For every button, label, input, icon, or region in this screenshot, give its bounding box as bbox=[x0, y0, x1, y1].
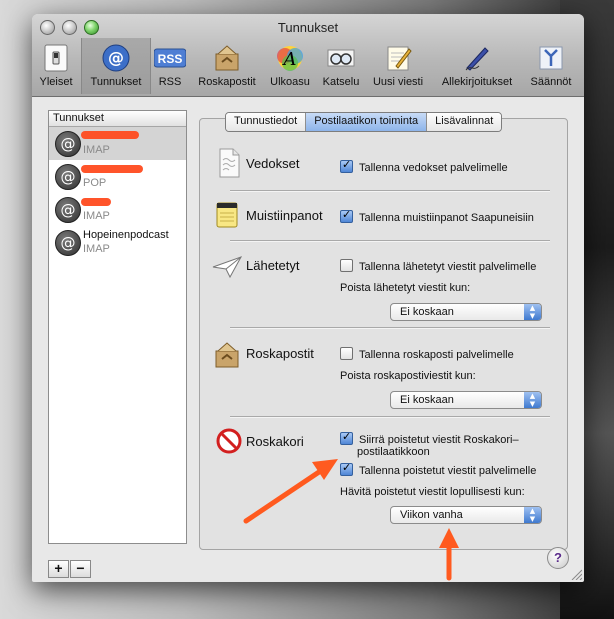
move-to-trash-label-line2: postilaatikkoon bbox=[357, 446, 430, 458]
store-sent-checkbox[interactable]: Tallenna lähetetyt viestit palvelimelle bbox=[340, 259, 536, 273]
signature-pen-icon bbox=[461, 42, 493, 74]
paper-plane-icon bbox=[212, 252, 242, 282]
notes-icon bbox=[212, 200, 242, 230]
junk-erase-label: Poista roskapostiviestit kun: bbox=[340, 370, 476, 382]
junk-box-icon bbox=[212, 340, 242, 370]
at-account-icon: @ bbox=[55, 164, 81, 190]
at-account-icon: @ bbox=[55, 131, 81, 157]
junk-label: Roskapostit bbox=[246, 346, 314, 361]
no-entry-icon bbox=[214, 426, 244, 456]
title-bar: Tunnukset Yleiset @ Tunnukset RSS RSS Ro… bbox=[32, 14, 584, 97]
move-to-trash-checkbox[interactable]: Siirrä poistetut viestit Roskakori– bbox=[340, 430, 519, 446]
trash-erase-popup[interactable]: Viikon vanha ▲ ▼ bbox=[390, 506, 542, 524]
toolbar-allekirjoitukset[interactable]: Allekirjoitukset bbox=[433, 38, 521, 94]
add-account-button[interactable]: + bbox=[48, 560, 69, 578]
svg-text:A: A bbox=[282, 49, 297, 70]
sent-erase-label: Poista lähetetyt viestit kun: bbox=[340, 282, 471, 294]
popup-arrows-icon: ▲ ▼ bbox=[524, 392, 541, 408]
rss-icon: RSS bbox=[154, 42, 186, 74]
trash-erase-label: Hävitä poistetut viestit lopullisesti ku… bbox=[340, 486, 525, 498]
checkbox-box bbox=[340, 461, 353, 476]
junk-mail-icon bbox=[211, 42, 243, 74]
tab-postilaatikon-toiminta[interactable]: Postilaatikon toiminta bbox=[306, 113, 428, 131]
help-button[interactable]: ? bbox=[547, 547, 569, 569]
at-account-icon: @ bbox=[55, 197, 81, 223]
checkbox-box bbox=[340, 430, 353, 445]
light-switch-icon bbox=[40, 42, 72, 74]
redaction-mark bbox=[81, 165, 143, 173]
svg-text:RSS: RSS bbox=[158, 52, 183, 66]
toolbar-uusi-viesti[interactable]: Uusi viesti bbox=[368, 38, 428, 94]
compose-icon bbox=[382, 42, 414, 74]
section-divider bbox=[230, 327, 550, 329]
redaction-mark bbox=[81, 198, 111, 206]
toolbar-tunnukset[interactable]: @ Tunnukset bbox=[81, 38, 151, 94]
toolbar-katselu[interactable]: Katselu bbox=[318, 38, 364, 94]
rules-icon bbox=[535, 42, 567, 74]
trash-label: Roskakori bbox=[246, 434, 304, 449]
checkbox-box bbox=[340, 158, 353, 173]
font-icon: A bbox=[274, 42, 306, 74]
store-junk-checkbox[interactable]: Tallenna roskaposti palvelimelle bbox=[340, 347, 514, 361]
checkbox-box bbox=[340, 347, 353, 360]
toolbar-saannot[interactable]: Säännöt bbox=[526, 38, 576, 94]
resize-grip-icon[interactable] bbox=[570, 568, 582, 580]
account-item[interactable]: @ POP bbox=[49, 160, 186, 193]
store-notes-checkbox[interactable]: Tallenna muistiinpanot Saapuneisiin bbox=[340, 208, 534, 224]
checkbox-box bbox=[340, 259, 353, 272]
account-item[interactable]: @ IMAP bbox=[49, 127, 186, 160]
checkbox-box bbox=[340, 208, 353, 223]
toolbar-roskapostit[interactable]: Roskapostit bbox=[193, 38, 261, 94]
accounts-list: Tunnukset @ IMAP @ POP @ IMAP @ Hopeinen… bbox=[48, 110, 187, 544]
toolbar: Yleiset @ Tunnukset RSS RSS Roskapostit bbox=[32, 38, 584, 94]
store-drafts-checkbox[interactable]: Tallenna vedokset palvelimelle bbox=[340, 158, 508, 174]
tab-bar: Tunnustiedot Postilaatikon toiminta Lisä… bbox=[225, 112, 503, 132]
at-sign-icon: @ bbox=[100, 42, 132, 74]
at-account-icon: @ bbox=[55, 230, 81, 256]
window-title: Tunnukset bbox=[277, 20, 339, 35]
store-trash-checkbox[interactable]: Tallenna poistetut viestit palvelimelle bbox=[340, 461, 536, 477]
junk-erase-popup[interactable]: Ei koskaan ▲ ▼ bbox=[390, 391, 542, 409]
svg-text:@: @ bbox=[108, 48, 124, 67]
preferences-window: Tunnukset Yleiset @ Tunnukset RSS RSS Ro… bbox=[32, 14, 584, 582]
tab-lisavalinnat[interactable]: Lisävalinnat bbox=[427, 113, 502, 131]
section-divider bbox=[230, 240, 550, 242]
account-item[interactable]: @ Hopeinenpodcast IMAP bbox=[49, 226, 186, 259]
toolbar-ulkoasu[interactable]: A Ulkoasu bbox=[266, 38, 314, 94]
accounts-list-header: Tunnukset bbox=[49, 111, 186, 127]
tab-tunnustiedot[interactable]: Tunnustiedot bbox=[226, 113, 307, 131]
glasses-icon bbox=[325, 42, 357, 74]
popup-arrows-icon: ▲ ▼ bbox=[524, 507, 541, 523]
remove-account-button[interactable]: − bbox=[70, 560, 91, 578]
popup-arrows-icon: ▲ ▼ bbox=[524, 304, 541, 320]
notes-label: Muistiinpanot bbox=[246, 208, 323, 223]
section-divider bbox=[230, 416, 550, 418]
drafts-label: Vedokset bbox=[246, 156, 300, 171]
toolbar-yleiset[interactable]: Yleiset bbox=[34, 38, 78, 94]
drafts-icon bbox=[214, 148, 244, 178]
toolbar-rss[interactable]: RSS RSS bbox=[150, 38, 190, 94]
sent-label: Lähetetyt bbox=[246, 258, 300, 273]
sent-erase-popup[interactable]: Ei koskaan ▲ ▼ bbox=[390, 303, 542, 321]
account-item[interactable]: @ IMAP bbox=[49, 193, 186, 226]
section-divider bbox=[230, 190, 550, 192]
redaction-mark bbox=[81, 131, 139, 139]
